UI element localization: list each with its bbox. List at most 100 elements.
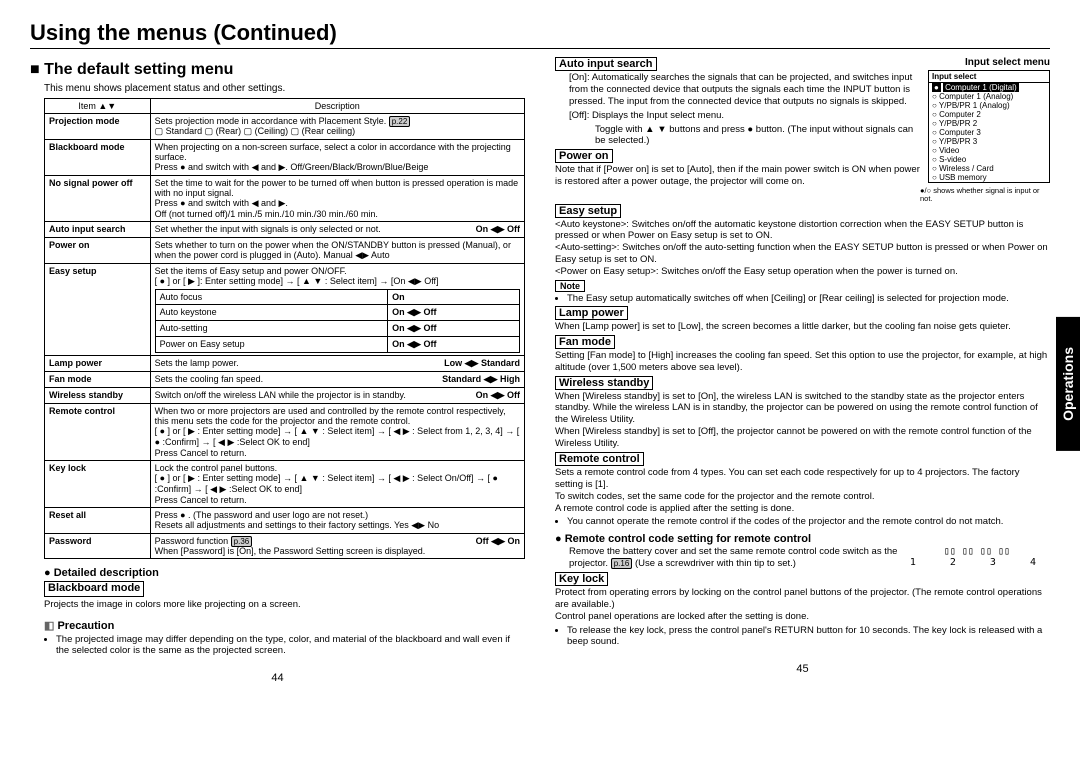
note-label: Note (555, 280, 585, 292)
toggle: On ◀▶ Off (476, 224, 520, 235)
precaution-text: The projected image may differ depending… (56, 634, 525, 656)
opt: Computer 1 (Digital) (943, 83, 1019, 92)
page-ref: p.16 (611, 558, 633, 569)
row-easysetup-desc: Set the items of Easy setup and power ON… (150, 264, 524, 356)
remote-nums: 1 2 3 4 (904, 557, 1050, 568)
text: Switch on/off the wireless LAN while the… (155, 390, 406, 400)
text: Set whether the input with signals is on… (155, 224, 381, 234)
text: Sets projection mode in accordance with … (155, 116, 387, 126)
lamp-text: When [Lamp power] is set to [Low], the s… (555, 321, 1050, 333)
toggle: Standard ◀▶ High (442, 374, 520, 385)
keylock-bullet: To release the key lock, press the contr… (567, 625, 1050, 647)
row-lamp-item: Lamp power (45, 356, 151, 372)
row-wireless-desc: Switch on/off the wireless LAN while the… (150, 388, 524, 404)
row-fan-desc: Sets the cooling fan speed. Standard ◀▶ … (150, 372, 524, 388)
input-select-caption: Input select menu (920, 57, 1050, 68)
row-password-desc: Password function p.36 Off ◀▶ On When [P… (150, 534, 524, 559)
c: On ◀▶ Off (388, 337, 520, 353)
row-wireless-item: Wireless standby (45, 388, 151, 404)
remote-text: Sets a remote control code from 4 types.… (555, 467, 1050, 515)
text: Sets the cooling fan speed. (155, 374, 264, 384)
c: Auto-setting (155, 321, 388, 337)
row-autoinput-item: Auto input search (45, 222, 151, 238)
opt: Computer 3 (939, 128, 981, 137)
col-desc: Description (150, 99, 524, 114)
row-projection-desc: Sets projection mode in accordance with … (150, 114, 524, 140)
col-item: Item ▲▼ (45, 99, 151, 114)
toggle: On ◀▶ Off (476, 390, 520, 401)
easysetup-head: Easy setup (555, 204, 621, 218)
opt: Computer 1 (Analog) (939, 92, 1013, 101)
row-fan-item: Fan mode (45, 372, 151, 388)
input-select-note: ●/○ shows whether signal is input or not… (920, 187, 1050, 204)
row-blackboard-desc: When projecting on a non-screen surface,… (150, 140, 524, 176)
blackboard-mode-text: Projects the image in colors more like p… (44, 599, 525, 611)
text: When [Password] is [On], the Password Se… (155, 546, 426, 556)
text: Sets the lamp power. (155, 358, 239, 368)
opt: Y/PB/PR 3 (939, 137, 977, 146)
remote-head: Remote control (555, 452, 644, 466)
wireless-text: When [Wireless standby] is set to [On], … (555, 391, 1050, 450)
row-blackboard-item: Blackboard mode (45, 140, 151, 176)
hint: (Use a screwdriver with thin tip to set.… (635, 558, 796, 569)
keylock-head: Key lock (555, 572, 608, 586)
c: Power on Easy setup (155, 337, 388, 353)
row-reset-item: Reset all (45, 508, 151, 534)
autoinput-head: Auto input search (555, 57, 657, 71)
c: On (388, 290, 520, 305)
opt: Y/PB/PR 2 (939, 119, 977, 128)
page-number-left: 44 (30, 672, 525, 684)
detailed-description-head: Detailed description (44, 567, 525, 579)
settings-table: Item ▲▼ Description Projection mode Sets… (44, 98, 525, 559)
row-easysetup-item: Easy setup (45, 264, 151, 356)
remote-switch-icons: ▯▯ ▯▯ ▯▯ ▯▯1 2 3 4 (904, 546, 1050, 568)
row-nosignal-desc: Set the time to wait for the power to be… (150, 176, 524, 222)
remote-code-head: Remote control code setting for remote c… (555, 533, 1050, 545)
fan-head: Fan mode (555, 335, 615, 349)
easy-subtable: Auto focusOn Auto keystoneOn ◀▶ Off Auto… (155, 289, 520, 353)
lamp-head: Lamp power (555, 306, 628, 320)
opt: Wireless / Card (939, 164, 994, 173)
opt: Y/PB/PR 1 (Analog) (939, 101, 1010, 110)
page-ref: p.22 (389, 116, 411, 127)
page-number-right: 45 (555, 663, 1050, 675)
toggle: Off ◀▶ On (476, 536, 520, 547)
row-reset-desc: Press ● . (The password and user logo ar… (150, 508, 524, 534)
poweron-head: Power on (555, 149, 613, 163)
precaution-head: Precaution (44, 619, 525, 632)
section-intro: This menu shows placement status and oth… (44, 83, 525, 94)
c: On ◀▶ Off (388, 321, 520, 337)
keylock-text: Protect from operating errors by locking… (555, 587, 1050, 623)
row-poweron-item: Power on (45, 238, 151, 264)
row-projection-item: Projection mode (45, 114, 151, 140)
opt: USB memory (939, 173, 987, 182)
options: ▢ Standard ▢ (Rear) ▢ (Ceiling) ▢ (Rear … (155, 126, 356, 136)
c: Auto focus (155, 290, 388, 305)
row-password-item: Password (45, 534, 151, 559)
text: Set the items of Easy setup and power ON… (155, 266, 520, 287)
easysetup-text: <Auto keystone>: Switches on/off the aut… (555, 219, 1050, 278)
row-remote-desc: When two or more projectors are used and… (150, 404, 524, 461)
input-select-box: Input select ● Computer 1 (Digital) ○ Co… (928, 70, 1050, 183)
main-title: Using the menus (Continued) (30, 20, 1050, 49)
row-lamp-desc: Sets the lamp power. Low ◀▶ Standard (150, 356, 524, 372)
section-title: The default setting menu (30, 61, 525, 79)
wireless-head: Wireless standby (555, 376, 653, 390)
blackboard-mode-label: Blackboard mode (44, 581, 144, 597)
row-remote-item: Remote control (45, 404, 151, 461)
text: Password function (155, 536, 229, 546)
page-left: The default setting menu This menu shows… (30, 57, 525, 684)
c: Auto keystone (155, 305, 388, 321)
easysetup-note: The Easy setup automatically switches of… (567, 293, 1050, 304)
side-tab-operations: Operations (1056, 317, 1080, 451)
row-poweron-desc: Sets whether to turn on the power when t… (150, 238, 524, 264)
row-autoinput-desc: Set whether the input with signals is on… (150, 222, 524, 238)
row-keylock-desc: Lock the control panel buttons. [ ● ] or… (150, 461, 524, 508)
opt: Computer 2 (939, 110, 981, 119)
page-right: Input select menu Input select ● Compute… (555, 57, 1050, 684)
input-select-header: Input select (929, 71, 1049, 83)
toggle: Low ◀▶ Standard (444, 358, 520, 369)
c: On ◀▶ Off (388, 305, 520, 321)
row-nosignal-item: No signal power off (45, 176, 151, 222)
row-keylock-item: Key lock (45, 461, 151, 508)
